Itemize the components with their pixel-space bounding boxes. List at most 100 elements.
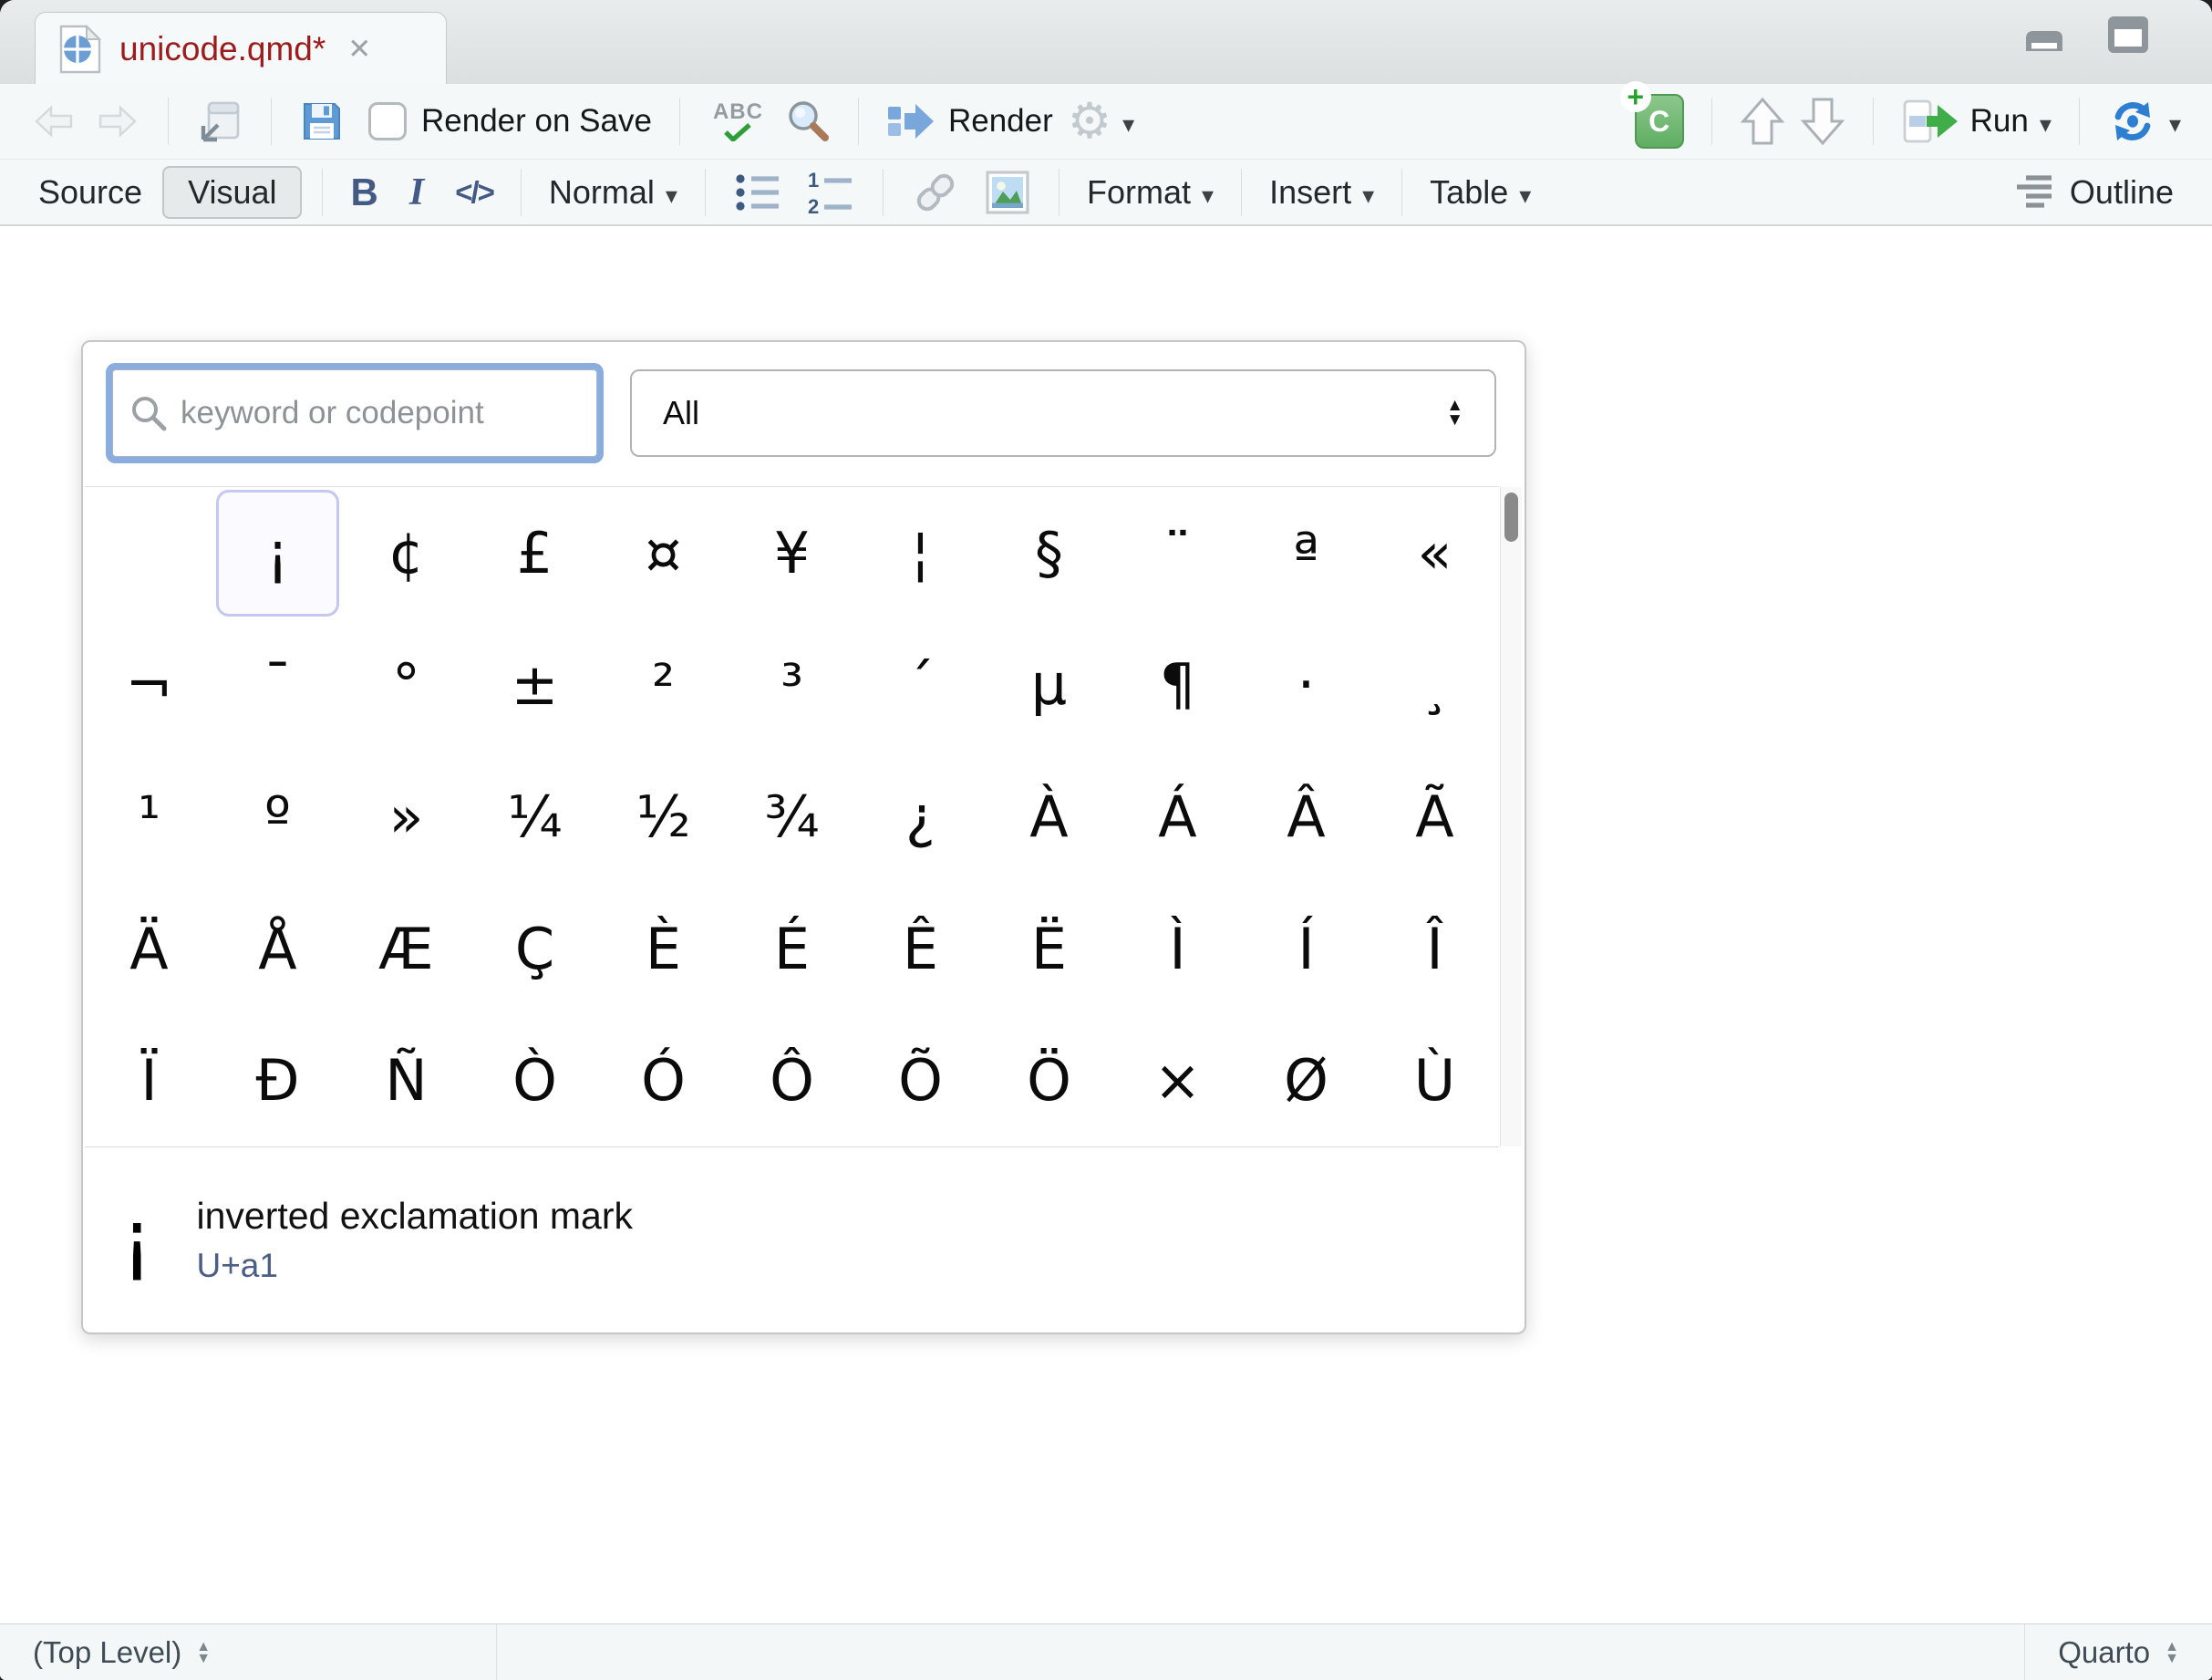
character-cell[interactable]: Ã [1370, 751, 1499, 883]
render-options-button[interactable]: ⚙ ▾ [1060, 93, 1142, 150]
character-cell[interactable]: ¸ [1370, 619, 1499, 752]
rerun-button[interactable]: ▾ [2100, 96, 2188, 147]
character-cell[interactable]: Ê [856, 883, 985, 1015]
render-on-save-checkbox[interactable] [368, 102, 407, 140]
open-in-new-window-button[interactable] [189, 94, 251, 149]
character-cell[interactable]: Í [1242, 883, 1370, 1015]
character-cell[interactable]: ¡ [216, 490, 339, 617]
character-cell[interactable]: § [985, 487, 1113, 619]
character-cell[interactable]: µ [985, 619, 1113, 752]
insert-menu[interactable]: Insert ▾ [1262, 170, 1381, 215]
character-cell[interactable]: Ö [985, 1014, 1113, 1146]
character-cell[interactable]: Õ [856, 1014, 985, 1146]
character-cell[interactable]: Ä [85, 883, 213, 1015]
character-cell[interactable]: ¹ [85, 751, 213, 883]
category-select[interactable]: All ▲▼ [630, 369, 1496, 457]
character-cell[interactable]: ¤ [599, 487, 728, 619]
render-button[interactable]: Render [879, 97, 1060, 146]
character-cell[interactable]: ¬ [85, 619, 213, 752]
character-cell[interactable]: £ [470, 487, 599, 619]
character-cell[interactable]: ¦ [856, 487, 985, 619]
minimize-icon[interactable] [2021, 15, 2068, 55]
character-cell[interactable]: ° [342, 619, 470, 752]
character-cell[interactable]: Ô [728, 1014, 856, 1146]
back-button[interactable] [24, 97, 86, 146]
character-cell[interactable]: É [728, 883, 856, 1015]
format-menu[interactable]: Format ▾ [1080, 170, 1221, 215]
character-cell[interactable]: ´ [856, 619, 985, 752]
tab-close-icon[interactable]: ✕ [347, 33, 371, 66]
character-cell[interactable]: Á [1113, 751, 1242, 883]
character-cell[interactable]: ¨ [1113, 487, 1242, 619]
outline-icon [2013, 172, 2059, 213]
character-cell[interactable]: Ñ [342, 1014, 470, 1146]
bold-button[interactable]: B [343, 167, 385, 218]
insert-image-button[interactable] [977, 165, 1039, 220]
character-cell[interactable]: Â [1242, 751, 1370, 883]
insert-link-button[interactable] [904, 164, 967, 221]
character-cell[interactable]: Ë [985, 883, 1113, 1015]
spellcheck-button[interactable]: ABC [700, 98, 776, 145]
character-cell[interactable]: ª [1242, 487, 1370, 619]
link-chain-icon [911, 168, 960, 217]
character-cell[interactable]: ¼ [470, 751, 599, 883]
character-cell[interactable]: ¿ [856, 751, 985, 883]
character-cell[interactable]: Ó [599, 1014, 728, 1146]
character-cell[interactable]: Ù [1370, 1014, 1499, 1146]
format-spinner-icon: ▲▼ [2165, 1641, 2179, 1664]
preview-codepoint: U+a1 [196, 1247, 633, 1285]
character-cell[interactable]: ¶ [1113, 619, 1242, 752]
document-format-selector[interactable]: Quarto ▲▼ [2024, 1624, 2212, 1680]
character-cell[interactable]: Ç [470, 883, 599, 1015]
character-cell[interactable]: ¯ [213, 619, 342, 752]
character-cell[interactable]: Å [213, 883, 342, 1015]
character-cell[interactable]: » [342, 751, 470, 883]
character-cell[interactable]: Î [1370, 883, 1499, 1015]
character-cell[interactable]: Ì [1113, 883, 1242, 1015]
editor-canvas[interactable]: All ▲▼ ¡¢£¤¥¦§¨ª« ¬¯°±²³´µ¶·¸ ¹º»¼½¾¿ÀÁÂÃ Ä… [0, 228, 2212, 1623]
character-cell[interactable]: ± [470, 619, 599, 752]
character-cell[interactable]: À [985, 751, 1113, 883]
character-cell[interactable]: ½ [599, 751, 728, 883]
numbered-list-button[interactable]: 1 2 [799, 166, 863, 219]
character-cell[interactable]: « [1370, 487, 1499, 619]
maximize-icon[interactable] [2104, 15, 2152, 55]
search-magnifier-icon [783, 98, 831, 145]
character-cell[interactable]: ³ [728, 619, 856, 752]
character-cell[interactable]: ¾ [728, 751, 856, 883]
character-cell[interactable]: ¥ [728, 487, 856, 619]
grid-scrollbar-thumb[interactable] [1504, 493, 1518, 542]
forward-button[interactable] [86, 97, 148, 146]
character-search-input[interactable] [179, 394, 580, 432]
insert-chunk-button[interactable]: C + [1615, 90, 1691, 152]
character-cell[interactable]: ¢ [342, 487, 470, 619]
grid-scrollbar[interactable] [1500, 487, 1522, 1146]
paragraph-style-dropdown[interactable]: Normal ▾ [542, 170, 685, 215]
find-button[interactable] [776, 94, 838, 149]
source-mode-button[interactable]: Source [31, 170, 150, 215]
character-cell[interactable] [85, 487, 213, 619]
character-cell[interactable]: Ò [470, 1014, 599, 1146]
character-cell[interactable]: · [1242, 619, 1370, 752]
code-button[interactable]: </> [448, 171, 501, 213]
character-cell[interactable]: Ø [1242, 1014, 1370, 1146]
character-cell[interactable]: Æ [342, 883, 470, 1015]
character-cell[interactable]: × [1113, 1014, 1242, 1146]
character-cell[interactable]: È [599, 883, 728, 1015]
bulleted-list-button[interactable] [726, 166, 790, 219]
go-to-previous-chunk-button[interactable] [1732, 92, 1793, 150]
visual-mode-button[interactable]: Visual [162, 166, 302, 219]
render-on-save-toggle[interactable]: Render on Save [352, 99, 659, 144]
italic-button[interactable]: I [402, 167, 431, 218]
scope-selector[interactable]: (Top Level) ▲▼ [0, 1624, 497, 1680]
run-button[interactable]: Run ▾ [1894, 94, 2059, 149]
save-button[interactable] [292, 95, 352, 148]
table-menu[interactable]: Table ▾ [1422, 170, 1538, 215]
character-cell[interactable]: Ð [213, 1014, 342, 1146]
character-cell[interactable]: ² [599, 619, 728, 752]
go-to-next-chunk-button[interactable] [1793, 92, 1853, 150]
tab-unicode-qmd[interactable]: unicode.qmd* ✕ [35, 12, 447, 85]
character-cell[interactable]: Ï [85, 1014, 213, 1146]
character-cell[interactable]: º [213, 751, 342, 883]
outline-toggle-button[interactable]: Outline [2006, 169, 2181, 216]
